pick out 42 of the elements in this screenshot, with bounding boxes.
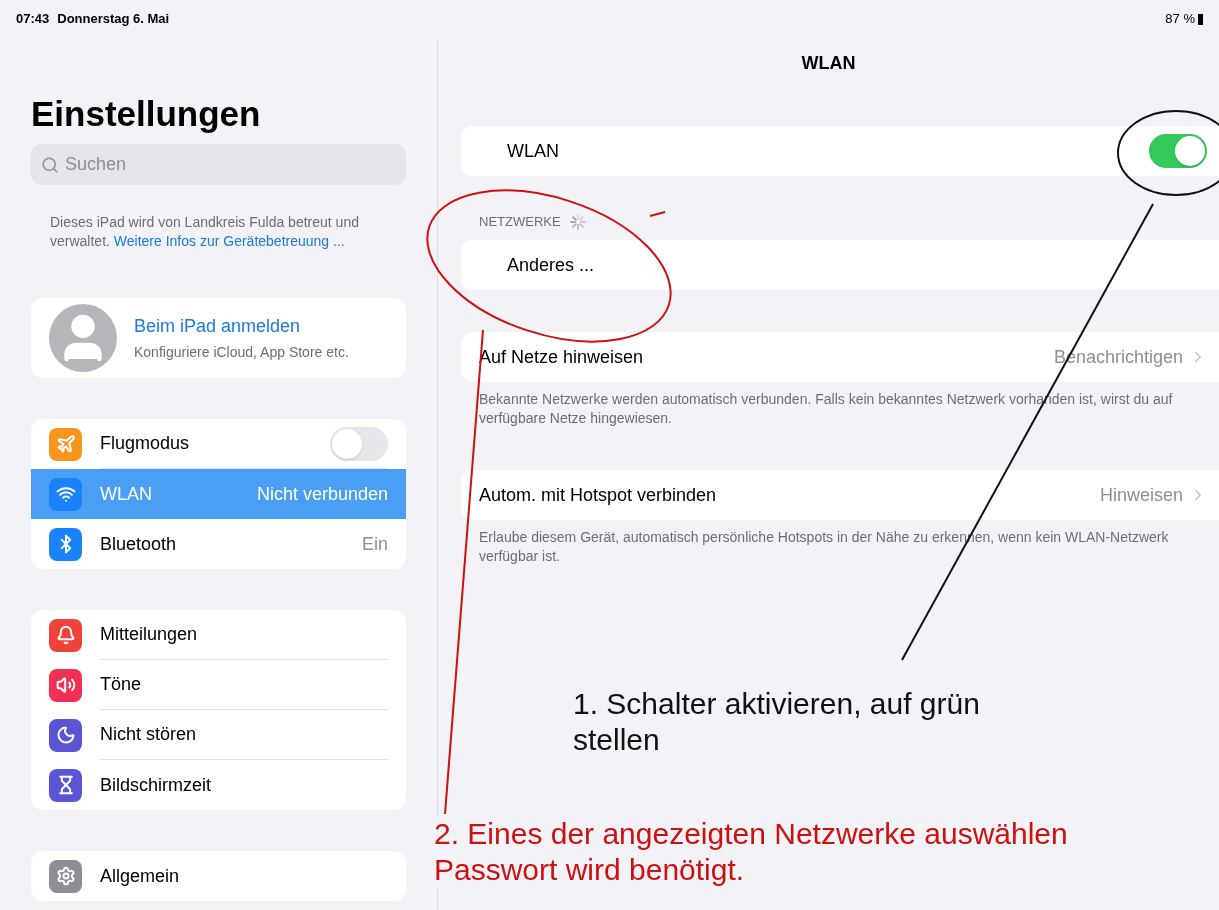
item-label: Mitteilungen — [100, 623, 199, 646]
search-field[interactable]: Suchen — [31, 144, 406, 185]
settings-list-item[interactable]: Bildschirmzeit — [31, 760, 406, 810]
account-card[interactable]: Beim iPad anmelden Konfiguriere iCloud, App Store etc. — [31, 298, 406, 378]
item-label: WLAN — [100, 482, 153, 506]
item-label: Flugmodus — [100, 432, 191, 455]
settings-list-item[interactable]: Nicht stören — [31, 710, 406, 760]
settings-list-item[interactable]: Töne — [31, 660, 406, 710]
network-item[interactable]: Anderes ... — [461, 240, 1219, 290]
item-label: Töne — [100, 673, 143, 696]
account-subtitle: Konfiguriere iCloud, App Store etc. — [134, 343, 349, 362]
settings-list-item[interactable]: Bluetooth Ein — [31, 519, 406, 569]
annotation-note: 2. Eines der angezeigten Netzwerke auswählen — [434, 816, 1068, 852]
settings-list-item[interactable]: Allgemein — [31, 851, 406, 901]
account-title: Beim iPad anmelden — [134, 315, 302, 338]
item-label: Allgemein — [100, 864, 181, 888]
wifi-label: WLAN — [507, 139, 560, 163]
section-header: NETZWERKE — [479, 213, 561, 232]
toggle-switch[interactable] — [330, 426, 388, 461]
device-management-link[interactable]: Weitere Infos zur Gerätebetreuung ... — [113, 233, 345, 249]
wifi-toggle[interactable] — [1149, 134, 1207, 168]
settings-row[interactable]: Autom. mit Hotspot verbinden Hinweisen — [461, 470, 1219, 520]
battery-level: 87 % — [1165, 10, 1195, 29]
item-label: Bildschirmzeit — [100, 773, 213, 797]
item-label: Bluetooth — [100, 532, 178, 556]
battery-icon — [1198, 13, 1203, 25]
search-icon — [41, 156, 59, 174]
status-time: 07:43 — [16, 10, 50, 29]
annotation-note: 1. Schalter aktivieren, auf grün stellen — [573, 686, 981, 758]
item-label: Nicht stören — [100, 723, 198, 746]
item-value: Ein — [362, 532, 388, 556]
loading-spinner-icon — [568, 213, 587, 231]
settings-list-item[interactable]: Mitteilungen — [31, 610, 406, 660]
page-title: Einstellungen — [31, 94, 262, 134]
setting-label: Autom. mit Hotspot verbinden — [479, 483, 718, 507]
annotation-note: Passwort wird benötigt. — [434, 852, 746, 888]
annotation-dash — [649, 211, 666, 217]
item-value: Nicht verbunden — [256, 482, 388, 506]
management-note: Dieses iPad wird von Landkreis Fulda betreut und verwaltet. Weitere Infos zur Gerätebetreuung ... — [49, 213, 360, 251]
setting-value: Hinweisen — [1099, 483, 1183, 507]
status-date: Donnerstag 6. Mai — [57, 10, 170, 29]
detail-title: WLAN — [800, 52, 857, 75]
